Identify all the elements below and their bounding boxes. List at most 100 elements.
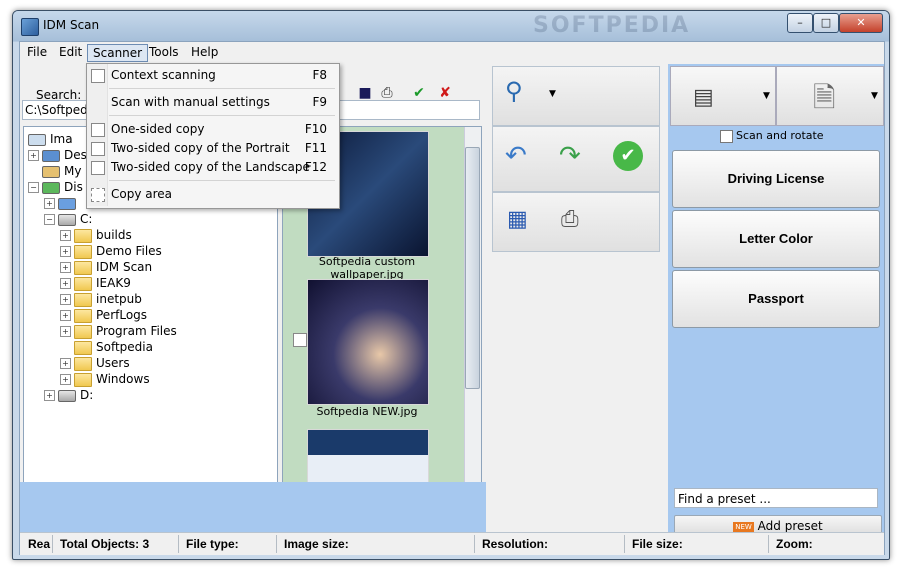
title-bar[interactable]: IDM Scan SOFTPEDIA – □ ✕ — [13, 11, 889, 41]
expand-icon[interactable]: + — [28, 150, 39, 161]
expand-icon[interactable]: + — [60, 230, 71, 241]
thumbnail-checkbox[interactable] — [293, 333, 307, 347]
rotate-group: ↶ ↷ ✔ — [492, 126, 660, 192]
tree-item-folder[interactable]: + inetpub — [60, 291, 142, 307]
copy-area-icon — [91, 188, 105, 202]
menu-tools[interactable]: Tools — [144, 44, 184, 60]
letter-color-button[interactable]: Letter Color — [672, 210, 880, 268]
folder-label: Program Files — [96, 324, 177, 338]
folder-icon — [74, 324, 92, 339]
tree-item-folder[interactable]: + Program Files — [60, 323, 177, 339]
tree-item-folder[interactable]: + PerfLogs — [60, 307, 147, 323]
tree-item-network[interactable]: + — [44, 195, 80, 211]
tree-item-desktop[interactable]: + Des — [28, 147, 87, 163]
close-button[interactable]: ✕ — [839, 13, 883, 33]
scan-rotate-label: Scan and rotate — [736, 129, 824, 142]
tree-item-folder[interactable]: + builds — [60, 227, 132, 243]
menu-copy-area[interactable]: Copy area — [87, 185, 337, 203]
menu-separator — [109, 180, 335, 181]
minimize-button[interactable]: – — [787, 13, 813, 33]
status-zoom: Zoom: — [776, 537, 813, 551]
thumbnail-2[interactable] — [307, 279, 429, 405]
new-badge: NEW — [733, 521, 754, 532]
tree-item-folder[interactable]: + Users — [60, 355, 130, 371]
page-icon — [91, 123, 105, 137]
expand-icon[interactable]: + — [60, 374, 71, 385]
tree-item-images[interactable]: Ima — [28, 131, 73, 147]
chevron-down-icon[interactable]: ▼ — [763, 91, 770, 101]
thumbnail-scrollbar[interactable] — [464, 127, 481, 507]
folder-label: IDM Scan — [96, 260, 153, 274]
menu-two-sided-landscape[interactable]: Two-sided copy of the Landscape F12 — [87, 158, 337, 176]
user-icon — [42, 165, 60, 178]
page-icon — [91, 142, 105, 156]
scanner-button[interactable]: ▤ ▼ — [670, 66, 776, 126]
expand-icon[interactable]: + — [44, 390, 55, 401]
menu-bar: File Edit Scanner Tools Help — [20, 42, 884, 62]
tool-pane: ⚲ ▼ ↶ ↷ ✔ ▦ ⎙ — [490, 64, 662, 254]
tree-item-folder[interactable]: + Windows — [60, 371, 150, 387]
menu-two-sided-portrait[interactable]: Two-sided copy of the Portrait F11 — [87, 139, 337, 157]
tree-item-drive-d[interactable]: + D: — [44, 387, 93, 403]
expand-icon[interactable]: + — [60, 278, 71, 289]
scroll-thumb[interactable] — [465, 147, 480, 389]
expand-icon[interactable]: + — [60, 358, 71, 369]
menu-file[interactable]: File — [22, 44, 52, 60]
scan-icon — [91, 69, 105, 83]
rotate-right-icon[interactable]: ↷ — [559, 141, 581, 171]
collapse-icon[interactable]: − — [44, 214, 55, 225]
driving-license-button[interactable]: Driving License — [672, 150, 880, 208]
scanner-menu: Context scanning F8 Scan with manual sett… — [86, 63, 340, 209]
thumbnail-caption: Softpedia NEW.jpg — [316, 405, 418, 418]
tree-item-drive-c[interactable]: − C: — [44, 211, 92, 227]
menu-scanner[interactable]: Scanner — [87, 44, 149, 62]
app-icon — [21, 18, 39, 36]
folder-icon — [74, 340, 92, 355]
menu-edit[interactable]: Edit — [54, 44, 87, 60]
tree-item-my[interactable]: +My — [28, 163, 81, 179]
preset-search-input[interactable]: Find a preset ... — [674, 488, 878, 508]
tree-item-folder[interactable]: + Demo Files — [60, 243, 162, 259]
menu-help[interactable]: Help — [186, 44, 223, 60]
passport-button[interactable]: Passport — [672, 270, 880, 328]
menu-manual-settings[interactable]: Scan with manual settings F9 — [87, 93, 337, 111]
maximize-button[interactable]: □ — [813, 13, 839, 33]
expand-icon[interactable]: + — [60, 294, 71, 305]
menu-context-scanning[interactable]: Context scanning F8 — [87, 66, 337, 84]
folder-label: Demo Files — [96, 244, 162, 258]
status-total-objects: Total Objects: 3 — [60, 537, 150, 551]
divider — [768, 535, 769, 553]
zoom-icon[interactable]: ⚲ — [505, 77, 523, 105]
collapse-icon[interactable]: − — [28, 182, 39, 193]
rotate-left-icon[interactable]: ↶ — [505, 141, 527, 171]
chevron-down-icon[interactable]: ▼ — [549, 89, 556, 99]
folder-icon — [74, 276, 92, 291]
apply-icon[interactable]: ✔ — [613, 141, 643, 171]
document-button[interactable]: 🗎 ▼ — [776, 66, 884, 126]
folder-label: Windows — [96, 372, 150, 386]
tree-item-disk[interactable]: − Dis — [28, 179, 83, 195]
tool-pane-empty — [490, 257, 666, 532]
scan-rotate-checkbox[interactable] — [720, 130, 733, 143]
menu-one-sided-copy[interactable]: One-sided copy F10 — [87, 120, 337, 138]
folder-label: Users — [96, 356, 130, 370]
menu-separator — [109, 88, 335, 89]
add-preset-label: Add preset — [757, 519, 823, 533]
tree-item-folder[interactable]: + IDM Scan — [60, 259, 152, 275]
print-icon[interactable]: ⎙ — [561, 207, 579, 232]
chevron-down-icon[interactable]: ▼ — [871, 91, 878, 101]
tree-item-folder[interactable]: +Softpedia — [60, 339, 153, 355]
expand-icon[interactable]: + — [44, 198, 55, 209]
save-group: ▦ ⎙ — [492, 192, 660, 252]
expand-icon[interactable]: + — [60, 262, 71, 273]
save-icon[interactable]: ▦ — [507, 207, 528, 232]
status-resolution: Resolution: — [482, 537, 548, 551]
tree-item-folder[interactable]: + IEAK9 — [60, 275, 131, 291]
expand-icon[interactable]: + — [60, 246, 71, 257]
expand-icon[interactable]: + — [60, 310, 71, 321]
drive-icon — [58, 389, 76, 402]
watermark: SOFTPEDIA — [533, 13, 691, 38]
expand-icon[interactable]: + — [60, 326, 71, 337]
computer-icon — [42, 181, 60, 194]
status-bar: Rea Total Objects: 3 File type: Image si… — [20, 532, 884, 555]
